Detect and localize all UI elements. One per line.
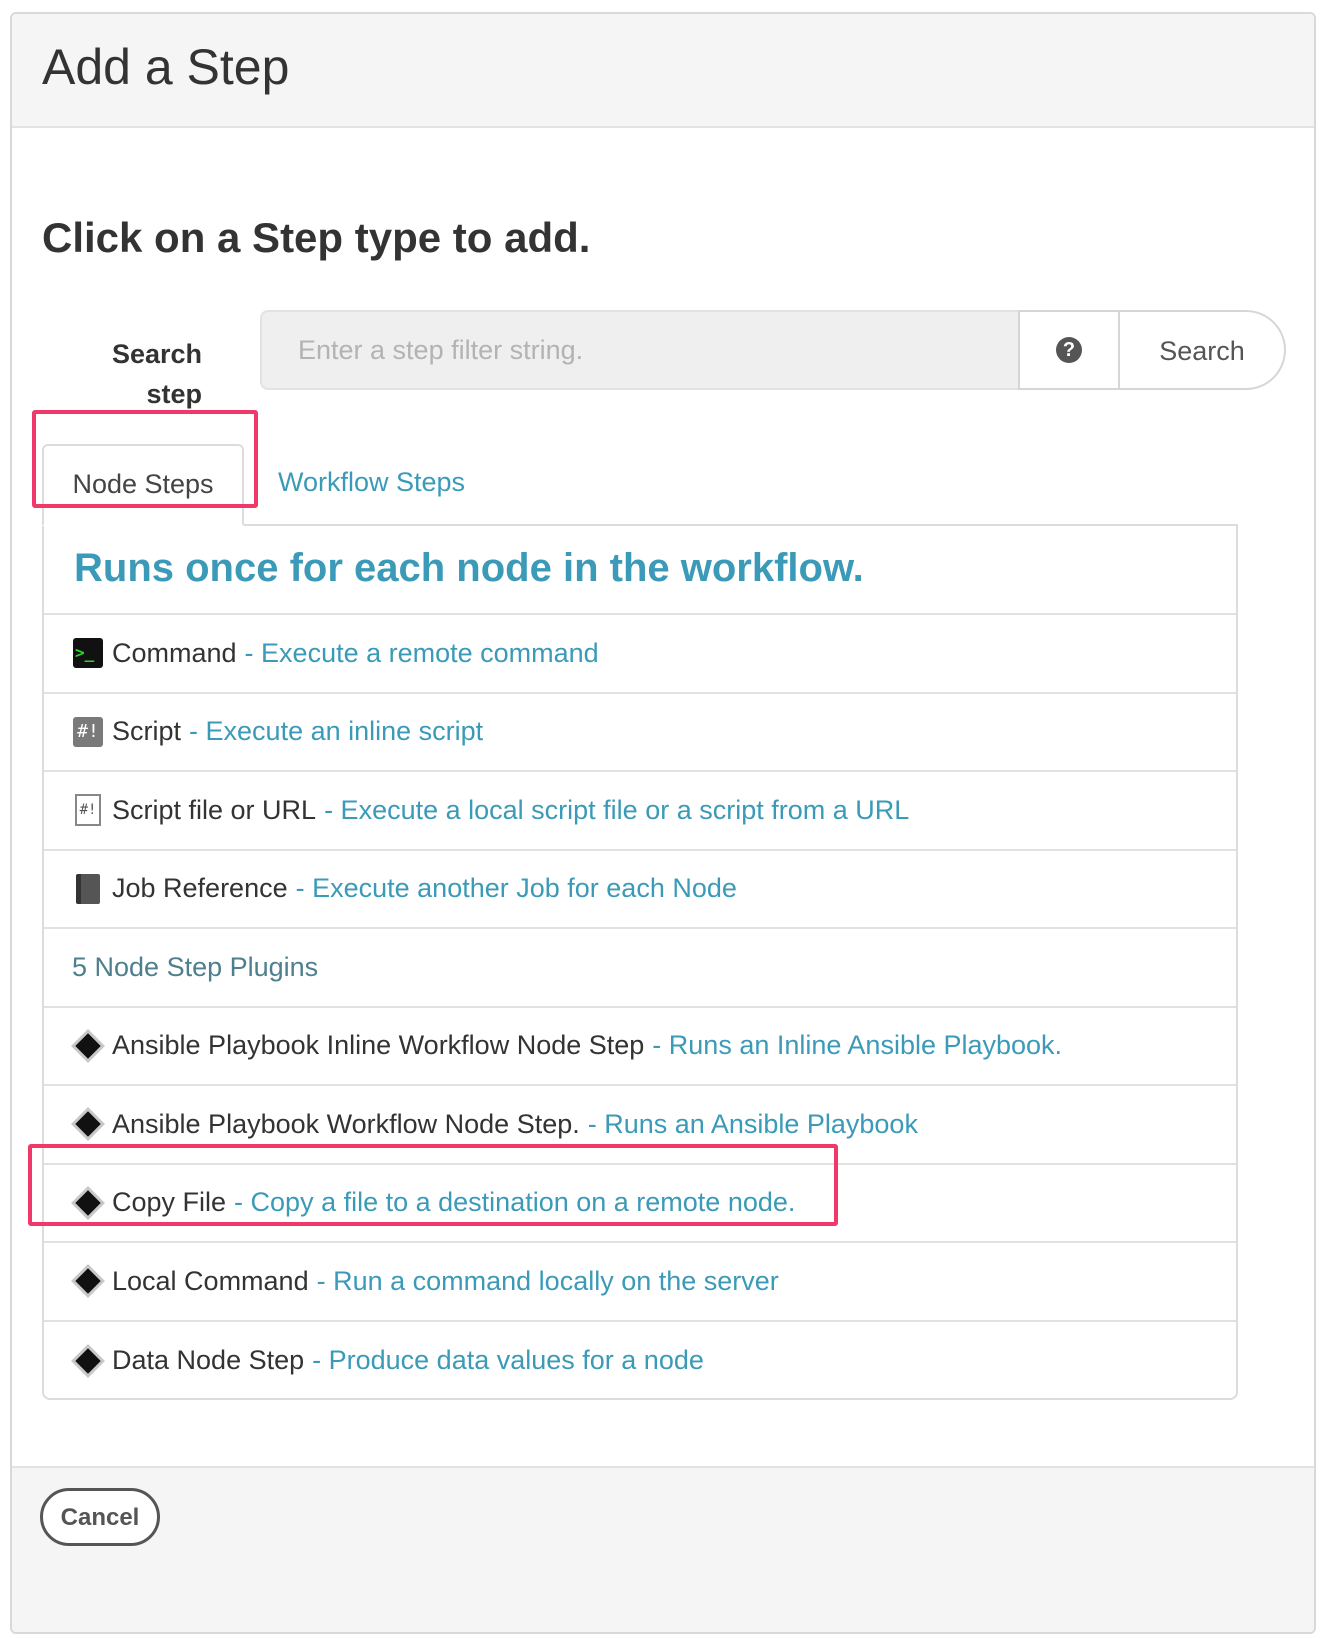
- search-group: ? Search: [260, 310, 1286, 390]
- highlight-copy-file-item: [28, 1144, 838, 1226]
- step-description: - Execute a remote command: [244, 637, 599, 668]
- step-description: - Run a command locally on the server: [316, 1265, 779, 1296]
- diamond-icon: [72, 1265, 104, 1297]
- script-icon: #!: [72, 716, 104, 748]
- highlight-node-steps-tab: [32, 410, 258, 508]
- search-label-line1: Search: [111, 339, 202, 369]
- script-file-icon: #!: [72, 794, 104, 827]
- step-description: - Execute a local script file or a scrip…: [324, 794, 910, 825]
- modal-title: Add a Step: [42, 39, 290, 95]
- step-item-command[interactable]: >_ Command - Execute a remote command: [44, 615, 1236, 694]
- add-step-modal: Add a Step Click on a Step type to add. …: [10, 12, 1316, 1634]
- step-title: Job Reference: [112, 873, 288, 904]
- step-title: Script: [112, 716, 182, 747]
- cancel-button[interactable]: Cancel: [40, 1488, 160, 1546]
- step-item-data-node[interactable]: Data Node Step - Produce data values for…: [44, 1322, 1236, 1399]
- step-item-ansible-inline[interactable]: Ansible Playbook Inline Workflow Node St…: [44, 1008, 1236, 1086]
- help-button[interactable]: ?: [1018, 310, 1120, 390]
- diamond-icon: [72, 1030, 104, 1062]
- terminal-icon: >_: [72, 637, 104, 669]
- step-title: Command: [112, 637, 237, 668]
- step-title: Ansible Playbook Inline Workflow Node St…: [112, 1030, 645, 1061]
- step-description: - Runs an Ansible Playbook: [587, 1108, 918, 1139]
- step-item-script-file[interactable]: #! Script file or URL - Execute a local …: [44, 772, 1236, 851]
- plugins-section-header: 5 Node Step Plugins: [44, 929, 1236, 1008]
- step-item-local-command[interactable]: Local Command - Run a command locally on…: [44, 1243, 1236, 1322]
- step-title: Ansible Playbook Workflow Node Step.: [112, 1108, 580, 1139]
- question-circle-icon: ?: [1056, 337, 1082, 363]
- step-description: - Produce data values for a node: [312, 1345, 704, 1376]
- modal-footer: Cancel: [12, 1466, 1314, 1632]
- step-description: - Execute another Job for each Node: [295, 873, 737, 904]
- search-label-line2: step: [146, 379, 202, 409]
- tab-workflow-steps[interactable]: Workflow Steps: [278, 444, 465, 526]
- book-icon: [72, 873, 104, 905]
- step-filter-input[interactable]: [260, 310, 1018, 390]
- step-description: - Runs an Inline Ansible Playbook.: [652, 1030, 1063, 1061]
- panel-heading: Runs once for each node in the workflow.: [44, 526, 1236, 615]
- diamond-icon: [72, 1108, 104, 1140]
- step-title: Data Node Step: [112, 1345, 305, 1376]
- instruction-heading: Click on a Step type to add.: [42, 214, 591, 261]
- step-description: - Execute an inline script: [189, 716, 484, 747]
- search-button[interactable]: Search: [1120, 310, 1286, 390]
- step-item-job-reference[interactable]: Job Reference - Execute another Job for …: [44, 851, 1236, 929]
- step-title: Local Command: [112, 1265, 309, 1296]
- search-step-label: Search step: [72, 334, 202, 414]
- step-item-script[interactable]: #! Script - Execute an inline script: [44, 694, 1236, 772]
- diamond-icon: [72, 1345, 104, 1377]
- node-steps-panel: Runs once for each node in the workflow.…: [42, 526, 1238, 1400]
- modal-header: Add a Step: [12, 14, 1314, 128]
- step-title: Script file or URL: [112, 794, 317, 825]
